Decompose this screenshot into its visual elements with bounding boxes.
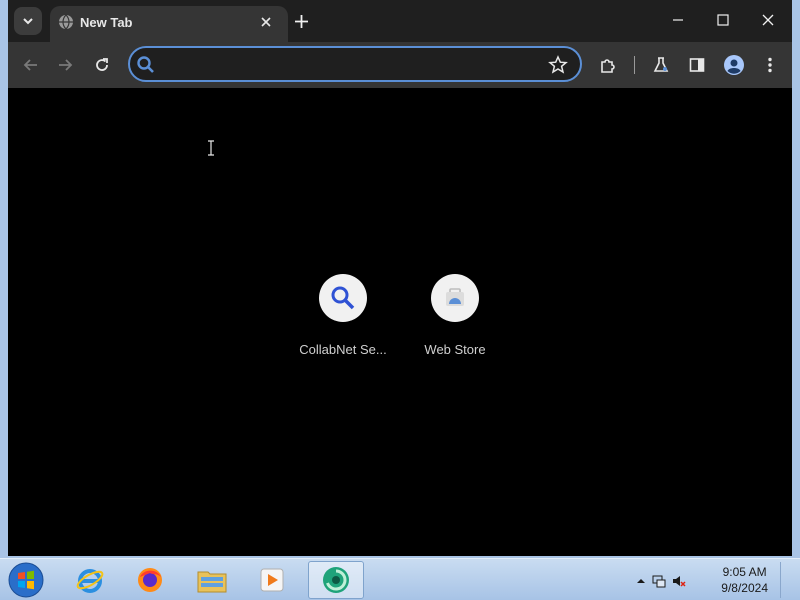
search-icon	[137, 56, 154, 73]
show-hidden-icons-icon[interactable]	[634, 574, 648, 588]
internet-explorer-icon	[76, 569, 104, 593]
taskbar-internet-explorer[interactable]	[62, 561, 118, 599]
star-bookmark-icon[interactable]	[548, 55, 568, 75]
more-vertical-icon	[768, 57, 772, 73]
tab-title: New Tab	[80, 15, 133, 30]
clock-date: 9/8/2024	[721, 581, 768, 595]
shortcut-icon-circle	[319, 274, 367, 322]
avatar-icon	[724, 55, 744, 75]
minimize-button[interactable]	[656, 6, 700, 34]
flask-icon	[653, 57, 669, 72]
tab-search-button[interactable]	[14, 7, 42, 35]
taskbar: 9:05 AM 9/8/2024	[0, 558, 800, 600]
tab-new-tab[interactable]: New Tab	[50, 6, 288, 42]
plus-icon	[294, 14, 308, 28]
minimize-icon	[673, 19, 683, 21]
close-window-button[interactable]	[746, 6, 790, 34]
browser-window: New Tab CollabNet Se... Web Store	[0, 0, 800, 558]
shortcut-tile[interactable]: CollabNet Se...	[288, 274, 398, 357]
chevron-down-icon	[23, 18, 33, 25]
toolbar-separator	[634, 56, 635, 74]
browser-app-icon	[323, 567, 349, 593]
reload-button[interactable]	[89, 52, 115, 78]
taskbar-media-player[interactable]	[244, 561, 300, 599]
back-button[interactable]	[18, 52, 44, 78]
reload-icon	[96, 58, 108, 71]
puzzle-icon	[601, 59, 615, 73]
taskbar-browser-active[interactable]	[308, 561, 364, 599]
firefox-icon	[138, 568, 162, 592]
labs-button[interactable]	[648, 52, 674, 78]
shortcut-icon-circle	[431, 274, 479, 322]
system-tray: 9:05 AM 9/8/2024	[634, 562, 794, 598]
shortcut-label: Web Store	[424, 342, 486, 357]
maximize-button[interactable]	[701, 6, 745, 34]
profile-button[interactable]	[721, 52, 747, 78]
media-player-icon	[260, 568, 284, 592]
address-input[interactable]	[160, 54, 540, 76]
side-panel-button[interactable]	[684, 52, 710, 78]
show-desktop-button[interactable]	[780, 562, 794, 598]
text-cursor-icon	[208, 140, 214, 156]
tab-strip: New Tab	[8, 0, 792, 42]
start-button[interactable]	[6, 561, 46, 599]
tab-close-button[interactable]	[256, 12, 276, 32]
search-icon	[331, 286, 355, 310]
side-panel-icon	[689, 58, 705, 72]
close-icon	[762, 14, 774, 26]
arrow-left-icon	[23, 59, 37, 71]
browser-frame: New Tab CollabNet Se... Web Store	[8, 0, 792, 556]
shortcut-tile[interactable]: Web Store	[400, 274, 510, 357]
new-tab-page: CollabNet Se... Web Store	[8, 88, 792, 556]
folder-icon	[197, 571, 227, 593]
forward-button[interactable]	[52, 52, 78, 78]
globe-icon	[59, 14, 73, 30]
taskbar-firefox[interactable]	[122, 561, 178, 599]
web-store-icon	[446, 288, 464, 306]
close-icon	[261, 17, 271, 27]
system-clock[interactable]: 9:05 AM 9/8/2024	[721, 564, 768, 596]
browser-toolbar	[8, 42, 792, 88]
extensions-button[interactable]	[595, 52, 621, 78]
taskbar-file-explorer[interactable]	[184, 561, 240, 599]
address-bar[interactable]	[128, 46, 582, 82]
menu-button[interactable]	[757, 52, 783, 78]
maximize-icon	[717, 14, 729, 26]
network-icon[interactable]	[652, 574, 666, 588]
new-tab-button[interactable]	[290, 10, 312, 32]
windows-logo-icon	[8, 562, 44, 598]
volume-muted-icon[interactable]	[672, 574, 686, 588]
arrow-right-icon	[59, 59, 73, 71]
shortcut-label: CollabNet Se...	[299, 342, 387, 357]
clock-time: 9:05 AM	[722, 565, 767, 579]
